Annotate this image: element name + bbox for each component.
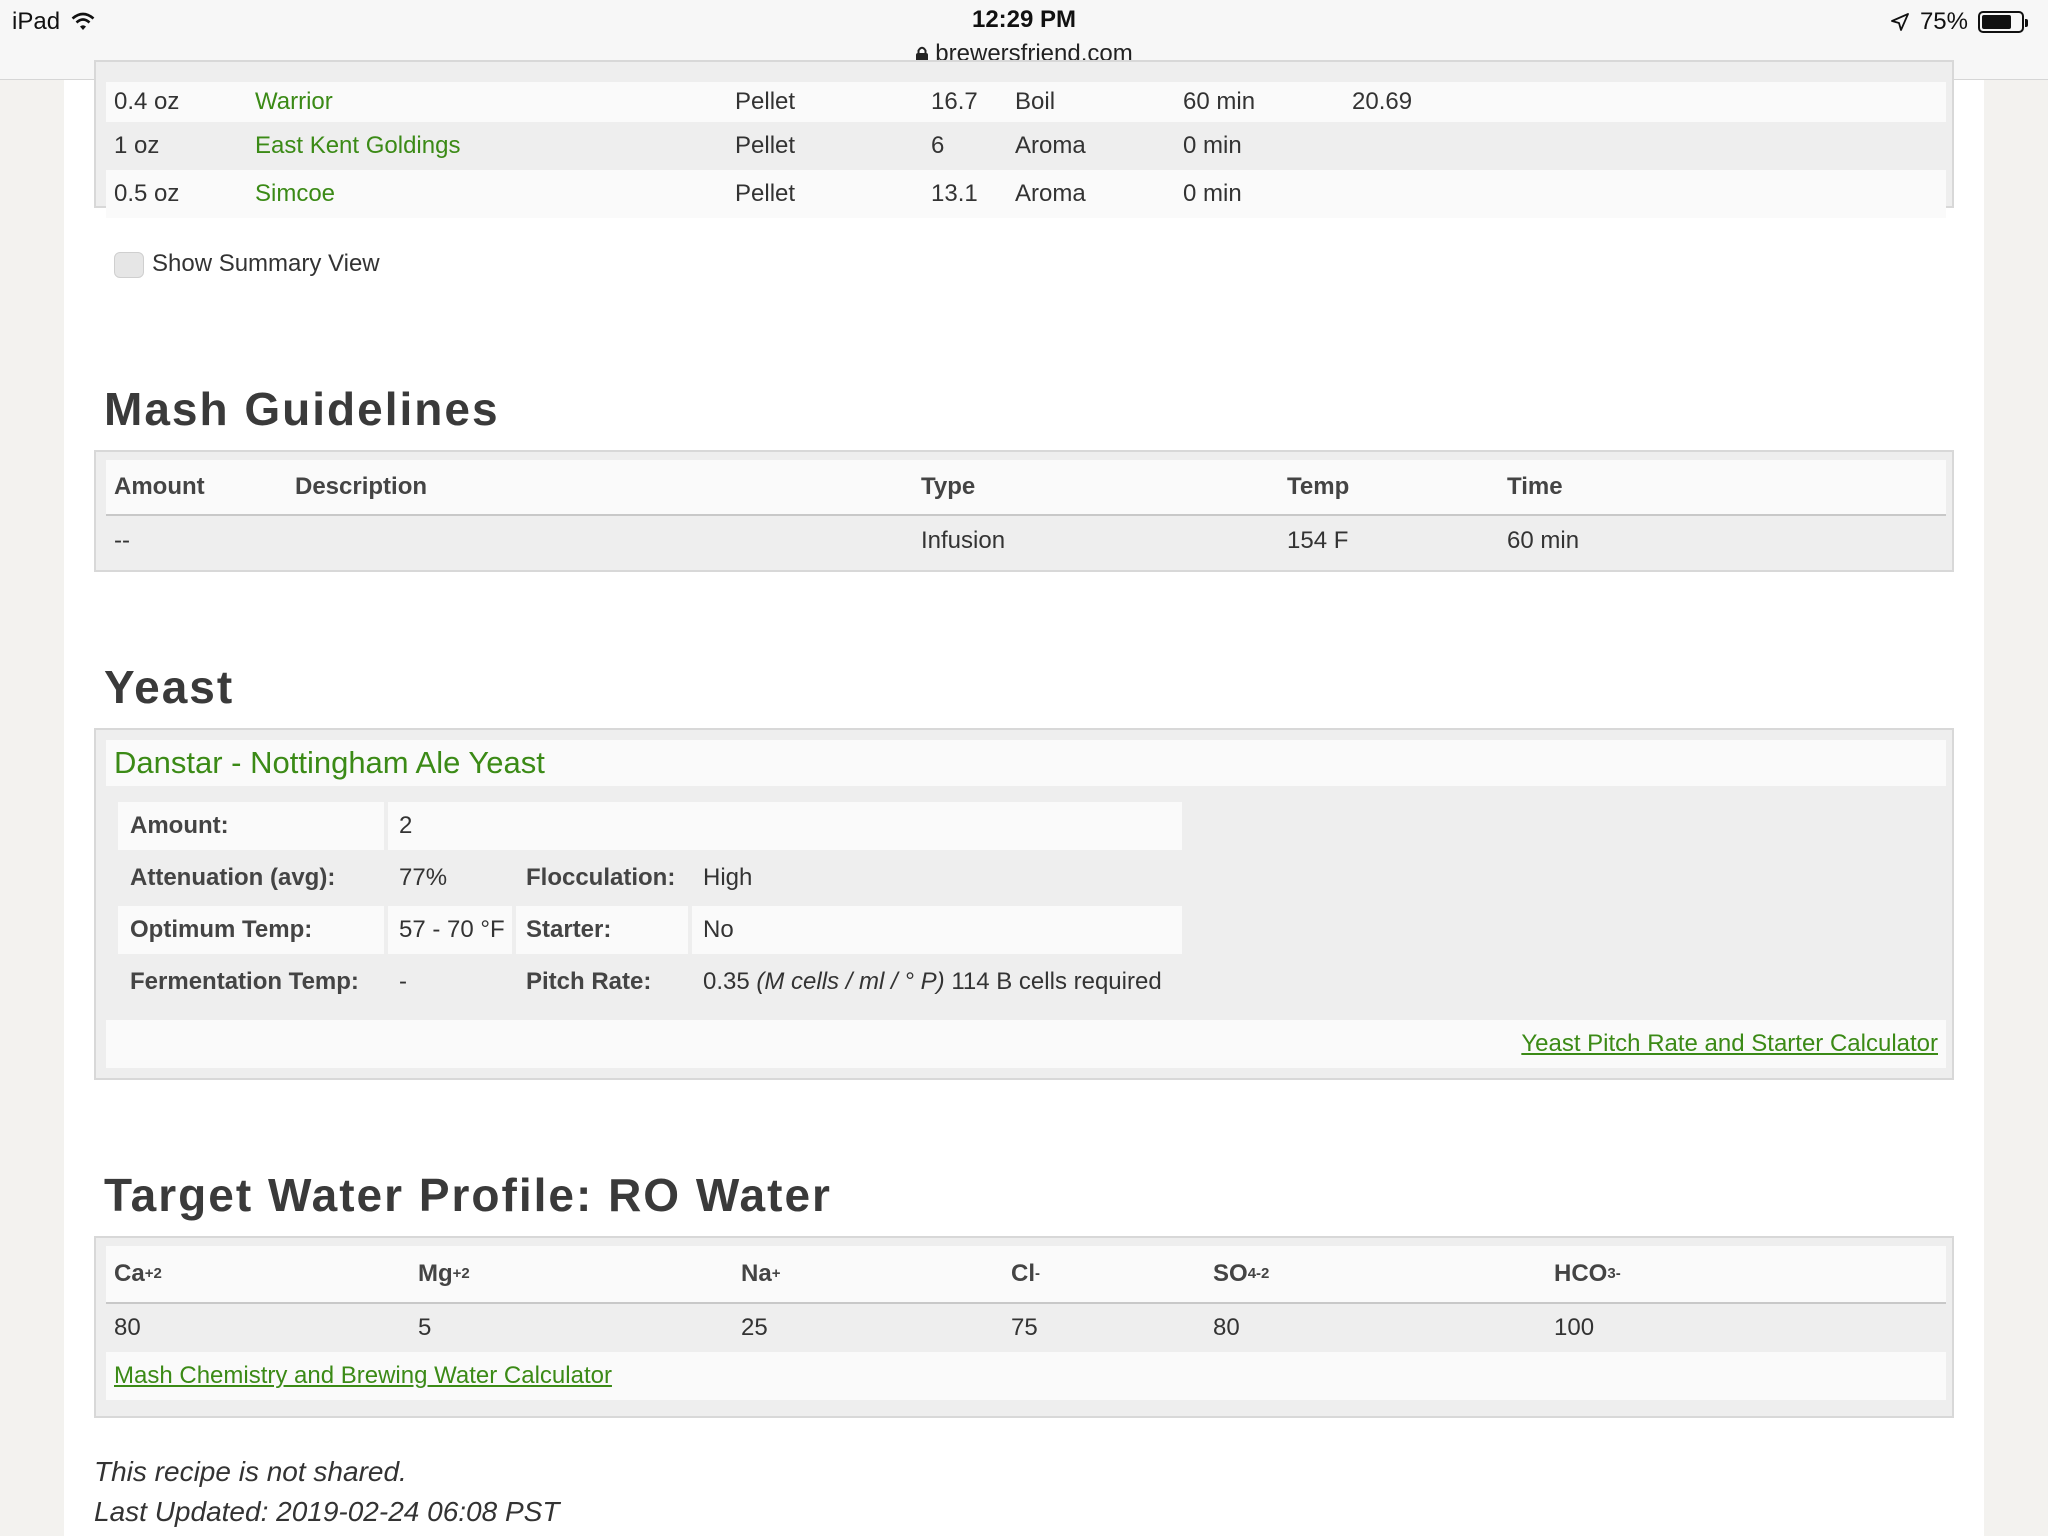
flocculation-value: High xyxy=(703,864,753,891)
ion-value: 75 xyxy=(1011,1314,1038,1341)
column-header: Description xyxy=(295,473,428,500)
hop-type: Pellet xyxy=(735,180,796,207)
hop-time: 0 min xyxy=(1183,132,1242,159)
yeast-section-title: Yeast xyxy=(104,661,235,713)
table-row: 0.4 oz Warrior Pellet 16.7 Boil 60 min 2… xyxy=(106,82,1946,122)
mash-time: 60 min xyxy=(1507,527,1580,554)
ion-value: 5 xyxy=(418,1314,432,1341)
attenuation-value: 77% xyxy=(399,864,448,891)
mash-type: Infusion xyxy=(921,527,1006,554)
hop-ibu: 20.69 xyxy=(1352,88,1413,115)
battery-percent: 75% xyxy=(1919,8,1968,35)
pitch-rate-number: 0.35 xyxy=(703,968,750,995)
flocculation-label: Flocculation: xyxy=(526,864,676,891)
hop-variety-link[interactable]: Warrior xyxy=(255,82,333,122)
pitch-rate-units: (M cells / ml / ° P) xyxy=(756,968,945,995)
attenuation-label: Attenuation (avg): xyxy=(130,864,336,891)
hop-use: Aroma xyxy=(1015,180,1086,207)
starter-value: No xyxy=(692,906,1182,954)
last-updated: Last Updated: 2019-02-24 06:08 PST xyxy=(94,1496,560,1527)
mash-temp: 154 F xyxy=(1287,527,1349,554)
fermentation-temp-value: - xyxy=(399,968,407,995)
ion-header-calcium: Ca +2 xyxy=(114,1260,162,1287)
table-header-row: Amount Description Type Temp Time xyxy=(106,460,1946,516)
hop-time: 60 min xyxy=(1183,88,1256,115)
summary-view-label[interactable]: Show Summary View xyxy=(152,250,380,278)
column-header: Time xyxy=(1507,473,1563,500)
table-row: -- Infusion 154 F 60 min xyxy=(106,516,1946,566)
yeast-calculator-link[interactable]: Yeast Pitch Rate and Starter Calculator xyxy=(1521,1020,1938,1068)
yeast-name-link[interactable]: Danstar - Nottingham Ale Yeast xyxy=(114,740,545,786)
hop-variety-link[interactable]: East Kent Goldings xyxy=(255,122,460,170)
hop-amount: 0.4 oz xyxy=(114,88,180,115)
location-arrow-icon xyxy=(1891,13,1909,31)
hop-aa: 6 xyxy=(931,132,945,159)
pitch-rate-label: Pitch Rate: xyxy=(526,968,652,995)
hops-table: 0.4 oz Warrior Pellet 16.7 Boil 60 min 2… xyxy=(94,60,1954,218)
hop-aa: 13.1 xyxy=(931,180,978,207)
column-header: Type xyxy=(921,473,976,500)
pitch-rate-note: 114 B cells required xyxy=(951,968,1162,995)
hop-amount: 0.5 oz xyxy=(114,180,180,207)
ion-header-magnesium: Mg +2 xyxy=(418,1260,470,1287)
hop-type: Pellet xyxy=(735,132,796,159)
table-header-row: Ca +2 Mg +2 Na + Cl - SO 4 -2 HCO 3- xyxy=(106,1246,1946,1304)
optimum-temp-value: 57 - 70 °F xyxy=(388,906,512,954)
optimum-temp-label: Optimum Temp: xyxy=(118,906,384,954)
hop-use: Boil xyxy=(1015,88,1056,115)
hop-variety-link[interactable]: Simcoe xyxy=(255,170,335,218)
ion-header-sulfate: SO 4 -2 xyxy=(1213,1260,1270,1287)
column-header: Amount xyxy=(114,473,205,500)
hop-amount: 1 oz xyxy=(114,132,160,159)
table-row: 80 5 25 75 80 100 xyxy=(106,1304,1946,1352)
ion-header-chloride: Cl - xyxy=(1011,1260,1040,1287)
pitch-rate-value: 0.35 (M cells / ml / ° P) 114 B cells re… xyxy=(703,958,1162,1006)
yeast-name-row: Danstar - Nottingham Ale Yeast xyxy=(106,740,1946,786)
table-row: 0.5 oz Simcoe Pellet 13.1 Aroma 0 min xyxy=(106,170,1946,218)
yeast-calculator-row: Yeast Pitch Rate and Starter Calculator xyxy=(106,1020,1946,1068)
ion-value: 80 xyxy=(1213,1314,1240,1341)
ion-value: 25 xyxy=(741,1314,768,1341)
column-header: Temp xyxy=(1287,473,1350,500)
shared-note: This recipe is not shared. xyxy=(94,1456,407,1487)
water-section-title: Target Water Profile: RO Water xyxy=(104,1169,832,1221)
table-row: 1 oz East Kent Goldings Pellet 6 Aroma 0… xyxy=(106,122,1946,170)
yeast-panel: Danstar - Nottingham Ale Yeast Amount: 2… xyxy=(94,728,1954,1080)
hop-use: Aroma xyxy=(1015,132,1086,159)
hop-aa: 16.7 xyxy=(931,88,978,115)
fermentation-temp-label: Fermentation Temp: xyxy=(130,968,359,995)
ion-header-bicarbonate: HCO 3- xyxy=(1554,1260,1621,1287)
status-right: 75% xyxy=(1890,8,2028,36)
water-table: Ca +2 Mg +2 Na + Cl - SO 4 -2 HCO 3- 80 5 25 75… xyxy=(94,1236,1954,1418)
starter-label: Starter: xyxy=(516,906,688,954)
mash-section-title: Mash Guidelines xyxy=(104,383,500,435)
battery-icon xyxy=(1978,11,2028,33)
ion-value: 80 xyxy=(114,1314,141,1341)
mash-amount: -- xyxy=(114,527,130,554)
water-calculator-row: Mash Chemistry and Brewing Water Calcula… xyxy=(106,1352,1946,1400)
recipe-page: 0.4 oz Warrior Pellet 16.7 Boil 60 min 2… xyxy=(64,60,1984,1536)
amount-value: 2 xyxy=(388,802,1182,850)
amount-label: Amount: xyxy=(118,802,384,850)
water-calculator-link[interactable]: Mash Chemistry and Brewing Water Calcula… xyxy=(114,1352,612,1400)
clock: 12:29 PM xyxy=(971,6,1077,33)
ion-header-sodium: Na + xyxy=(741,1260,781,1287)
summary-view-checkbox[interactable] xyxy=(114,252,144,278)
hop-time: 0 min xyxy=(1183,180,1242,207)
mash-table: Amount Description Type Temp Time -- Inf… xyxy=(94,450,1954,572)
ion-value: 100 xyxy=(1554,1314,1595,1341)
hop-type: Pellet xyxy=(735,88,796,115)
